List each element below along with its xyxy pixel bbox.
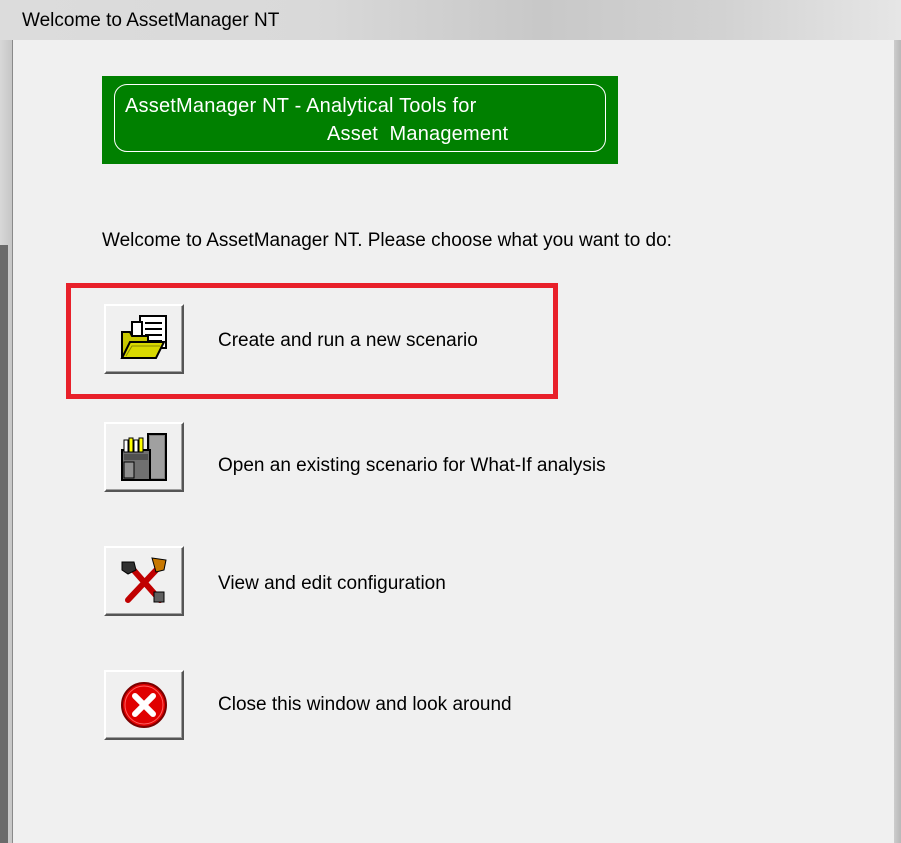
create-scenario-label: Create and run a new scenario: [218, 330, 478, 351]
window-title: Welcome to AssetManager NT: [22, 10, 280, 31]
title-bar[interactable]: Welcome to AssetManager NT: [0, 0, 901, 40]
banner-title-line1: AssetManager NT - Analytical Tools for: [125, 95, 477, 117]
welcome-prompt: Welcome to AssetManager NT. Please choos…: [102, 230, 672, 251]
close-circle-icon: [121, 682, 167, 728]
folder-document-icon: [120, 315, 167, 359]
app-banner-frame: AssetManager NT - Analytical Tools for A…: [114, 84, 606, 152]
banner-title-line2: Asset Management: [327, 123, 509, 145]
window-frame-right: [893, 40, 901, 843]
close-window-label: Close this window and look around: [218, 694, 512, 715]
close-window-button[interactable]: [104, 670, 184, 740]
app-banner: AssetManager NT - Analytical Tools for A…: [102, 76, 618, 164]
create-scenario-button[interactable]: [104, 304, 184, 374]
configuration-button[interactable]: [104, 546, 184, 616]
file-cabinet-icon: [121, 433, 167, 481]
tools-icon: [121, 557, 167, 603]
window-frame-left-shadow: [0, 245, 8, 843]
open-scenario-button[interactable]: [104, 422, 184, 492]
configuration-label: View and edit configuration: [218, 573, 446, 594]
open-scenario-label: Open an existing scenario for What-If an…: [218, 455, 606, 476]
